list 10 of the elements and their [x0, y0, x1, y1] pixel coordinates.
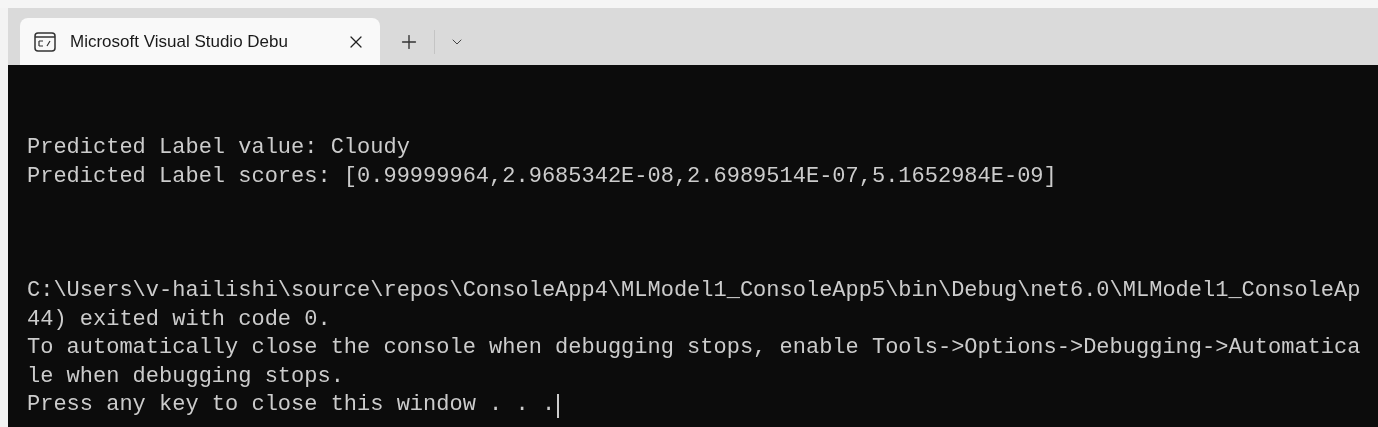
console-icon: [34, 31, 56, 52]
console-line: To automatically close the console when debugging stops, enable Tools->Options->Debugging->Automatica: [27, 334, 1361, 363]
tab-title: Microsoft Visual Studio Debu: [70, 30, 289, 53]
console-line: 44) exited with code 0.: [27, 305, 331, 334]
console-line: Predicted Label scores: [0.99999964,2.9685342E-08,2.6989514E-07,5.1652984E-09]: [27, 162, 1057, 191]
console-line: C:\Users\v-hailishi\source\repos\ConsoleApp4\MLModel1_ConsoleApp5\bin\Debug\net6.0\MLModel1_ConsoleAp: [27, 277, 1361, 305]
console-line: Press any key to close this window . . .: [27, 391, 556, 420]
console-line: Predicted Label value: Cloudy: [27, 134, 410, 162]
terminal-tab[interactable]: Microsoft Visual Studio Debu: [20, 18, 380, 65]
console-line: le when debugging stops.: [27, 362, 344, 391]
